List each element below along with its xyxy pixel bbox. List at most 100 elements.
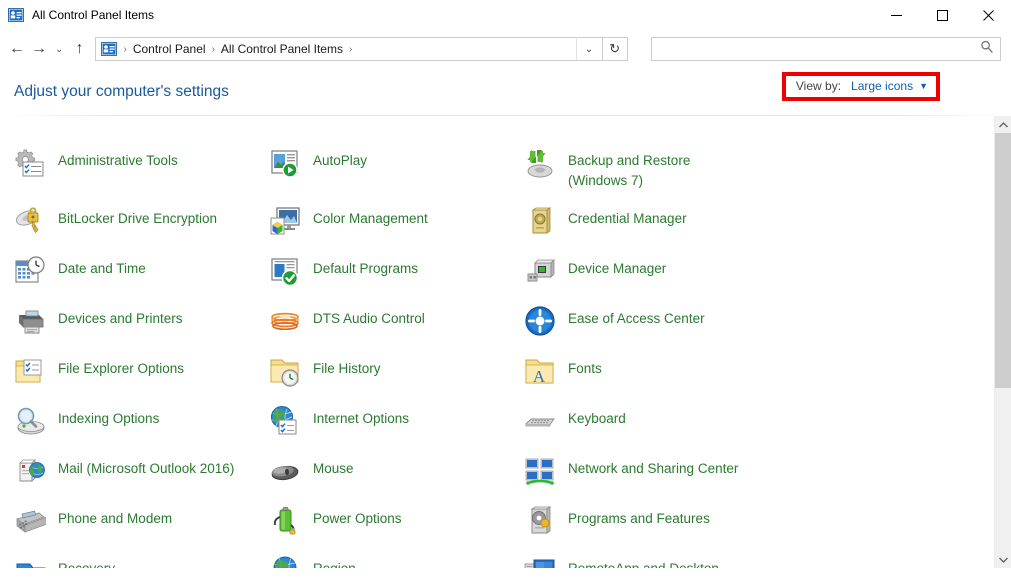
phone-and-modem-icon	[14, 505, 48, 537]
control-panel-item[interactable]: Internet Options	[269, 404, 524, 440]
breadcrumb-separator: ›	[348, 43, 353, 55]
control-panel-item-label: Mail (Microsoft Outlook 2016)	[58, 461, 235, 477]
control-panel-item[interactable]: RemoteApp and Desktop	[524, 554, 985, 568]
control-panel-item-label: Default Programs	[313, 261, 419, 277]
up-button[interactable]: ↑	[69, 34, 91, 64]
control-panel-item-label: Fonts	[568, 361, 602, 377]
power-options-icon	[269, 505, 301, 537]
scrollbar-thumb[interactable]	[995, 133, 1011, 388]
breadcrumb-separator: ›	[123, 43, 127, 55]
dts-audio-control-icon	[269, 305, 301, 337]
control-panel-item[interactable]: DTS Audio Control	[269, 304, 524, 340]
forward-button[interactable]: →	[28, 34, 50, 64]
control-panel-item-label: Devices and Printers	[58, 311, 183, 327]
control-panel-items-grid: Administrative Tools AutoPlay Backup and…	[0, 146, 985, 568]
control-panel-item[interactable]: Network and Sharing Center	[524, 454, 985, 490]
control-panel-item[interactable]: Devices and Printers	[14, 304, 269, 340]
scrollbar-track[interactable]	[995, 388, 1011, 551]
control-panel-item-label: DTS Audio Control	[313, 311, 425, 327]
recovery-icon	[14, 555, 46, 568]
credential-manager-icon	[524, 205, 556, 237]
control-panel-item-label: Color Management	[313, 211, 428, 227]
control-panel-item[interactable]: Device Manager	[524, 254, 985, 290]
control-panel-item[interactable]: File Explorer Options	[14, 354, 269, 390]
breadcrumb-control-panel-icon	[100, 41, 117, 57]
navigation-bar: ← → ⌄ ↑ › Control Panel › All Control Pa…	[0, 30, 1011, 68]
control-panel-item[interactable]: Backup and Restore (Windows 7)	[524, 146, 985, 190]
address-dropdown-icon[interactable]: ⌄	[575, 38, 602, 60]
control-panel-item-label: File Explorer Options	[58, 361, 185, 377]
control-panel-item[interactable]: File History	[269, 354, 524, 390]
control-panel-item[interactable]: Power Options	[269, 504, 524, 540]
page-title: Adjust your computer's settings	[14, 82, 229, 100]
vertical-scrollbar[interactable]	[994, 116, 1011, 568]
close-button[interactable]	[965, 0, 1011, 30]
title-bar: All Control Panel Items	[0, 0, 1011, 30]
control-panel-item[interactable]: A Fonts	[524, 354, 985, 390]
fonts-icon: A	[524, 355, 556, 387]
control-panel-item[interactable]: Programs and Features	[524, 504, 985, 540]
chevron-down-icon[interactable]: ▼	[919, 81, 928, 91]
file-explorer-options-icon	[14, 355, 46, 387]
search-input[interactable]	[660, 42, 980, 56]
control-panel-item-label: Mouse	[313, 461, 354, 477]
svg-text:A: A	[533, 367, 546, 386]
control-panel-item-label: Indexing Options	[58, 411, 160, 427]
window-controls	[873, 0, 1011, 30]
network-and-sharing-icon	[524, 455, 556, 487]
minimize-button[interactable]	[873, 0, 919, 30]
file-history-icon	[269, 355, 301, 387]
control-panel-item[interactable]: Mail (Microsoft Outlook 2016)	[14, 454, 269, 490]
control-panel-item-label: Programs and Features	[568, 511, 710, 527]
scroll-down-button[interactable]	[995, 551, 1011, 568]
refresh-button[interactable]: ↻	[602, 37, 628, 61]
control-panel-item[interactable]: BitLocker Drive Encryption	[14, 204, 269, 240]
control-panel-item-label: Credential Manager	[568, 211, 687, 227]
internet-options-icon	[269, 405, 301, 437]
control-panel-item-label: Network and Sharing Center	[568, 461, 739, 477]
back-button[interactable]: ←	[6, 34, 28, 64]
backup-and-restore-icon	[524, 147, 556, 179]
autoplay-icon	[269, 147, 301, 179]
control-panel-item[interactable]: AutoPlay	[269, 146, 524, 190]
control-panel-item-label: Phone and Modem	[58, 511, 173, 527]
mail-icon	[14, 455, 46, 487]
control-panel-item[interactable]: Default Programs	[269, 254, 524, 290]
breadcrumb-item-all-control-panel-items[interactable]: All Control Panel Items	[218, 42, 346, 56]
search-box[interactable]	[651, 37, 1001, 61]
items-content-area: Administrative Tools AutoPlay Backup and…	[0, 116, 1011, 568]
control-panel-item-label: Power Options	[313, 511, 402, 527]
control-panel-item[interactable]: Region	[269, 554, 524, 568]
control-panel-item-label: Device Manager	[568, 261, 667, 277]
address-bar[interactable]: › Control Panel › All Control Panel Item…	[94, 37, 603, 61]
breadcrumb-item-control-panel[interactable]: Control Panel	[130, 42, 209, 56]
control-panel-item[interactable]: Indexing Options	[14, 404, 269, 440]
date-and-time-icon	[14, 255, 46, 287]
control-panel-item[interactable]: Credential Manager	[524, 204, 985, 240]
default-programs-icon	[269, 255, 301, 287]
color-management-icon	[269, 205, 301, 237]
control-panel-item[interactable]: Keyboard	[524, 404, 985, 440]
control-panel-icon	[8, 7, 24, 23]
control-panel-item-label: Administrative Tools	[58, 153, 178, 168]
recent-locations-button[interactable]: ⌄	[50, 34, 69, 64]
control-panel-item[interactable]: Phone and Modem	[14, 504, 269, 540]
heading-area: Adjust your computer's settings View by:…	[0, 68, 1011, 115]
control-panel-item-label: Backup and Restore (Windows 7)	[568, 153, 691, 188]
control-panel-item[interactable]: Date and Time	[14, 254, 269, 290]
devices-and-printers-icon	[14, 305, 46, 337]
programs-and-features-icon	[524, 505, 556, 537]
control-panel-item[interactable]: Recovery	[14, 554, 269, 568]
control-panel-item-label: BitLocker Drive Encryption	[58, 211, 218, 227]
control-panel-item-label: RemoteApp and Desktop	[568, 554, 719, 568]
control-panel-item[interactable]: Color Management	[269, 204, 524, 240]
control-panel-item[interactable]: Administrative Tools	[14, 146, 269, 190]
view-by-highlight: View by: Large icons ▼	[781, 72, 940, 101]
maximize-button[interactable]	[919, 0, 965, 30]
control-panel-item-label: Internet Options	[313, 411, 410, 427]
administrative-tools-icon	[14, 147, 46, 179]
view-by-value[interactable]: Large icons	[851, 79, 913, 93]
scroll-up-button[interactable]	[995, 116, 1011, 133]
control-panel-item[interactable]: Ease of Access Center	[524, 304, 985, 340]
control-panel-item[interactable]: Mouse	[269, 454, 524, 490]
